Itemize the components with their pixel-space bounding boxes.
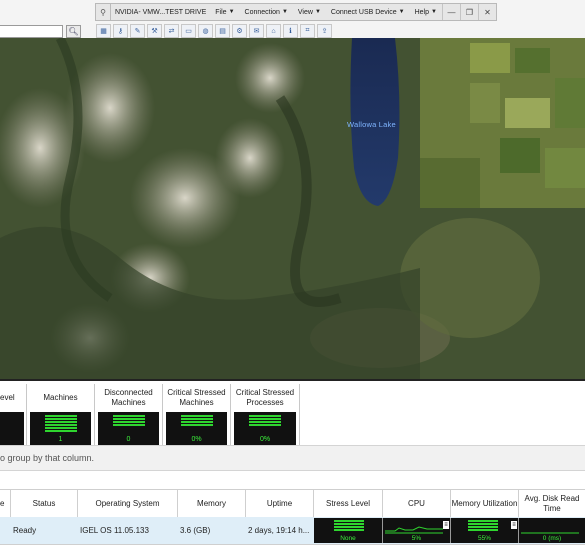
satellite-map[interactable]: Wallowa Lake — [0, 38, 585, 379]
menu-view[interactable]: View ▼ — [293, 9, 326, 16]
terrain-image — [0, 38, 585, 379]
disk-sparkline — [521, 532, 579, 534]
group-by-hint: o group by that column. — [0, 453, 95, 463]
chevron-down-icon: ▼ — [314, 9, 321, 15]
stat-value: 0 — [126, 436, 131, 443]
envelope-icon[interactable]: ✉ — [249, 24, 264, 38]
menu-icon[interactable]: ≡ — [511, 521, 517, 529]
column-header-memory-utilization[interactable]: Memory Utilization — [451, 490, 519, 518]
inbox-icon[interactable]: ⌂ — [266, 24, 281, 38]
lake-label: Wallowa Lake — [347, 120, 396, 129]
cell-memory: 3.6 (GB) — [180, 526, 211, 535]
cell-cpu-meter: ≡ 5% — [383, 518, 451, 543]
export-icon[interactable]: ⇪ — [317, 24, 332, 38]
stat-value: 0% — [191, 436, 202, 443]
chevron-down-icon: ▼ — [228, 9, 235, 15]
chevron-down-icon: ▼ — [281, 9, 288, 15]
stat-label: Disconnected Machines — [104, 388, 153, 407]
menu-icon[interactable]: ≡ — [443, 521, 449, 529]
wrench-icon[interactable]: ✎ — [130, 24, 145, 38]
table-header: e Status Operating System Memory Uptime … — [0, 489, 585, 519]
cell-status: Ready — [13, 526, 37, 535]
cell-os: IGEL OS 11.05.133 — [80, 526, 149, 535]
memory-utilization-value: 55% — [477, 535, 491, 542]
column-header-name[interactable]: e — [0, 490, 11, 518]
stat-meter: 0% — [166, 412, 227, 445]
stats-panel: evel Machines 1 Disconnected Machines 0 … — [0, 379, 585, 447]
globe-icon[interactable]: ◍ — [198, 24, 213, 38]
column-header-status[interactable]: Status — [11, 490, 78, 518]
stress-level-value: None — [340, 535, 356, 542]
column-header-stress-level[interactable]: Stress Level — [314, 490, 383, 518]
restore-icon[interactable]: ❐ — [460, 4, 478, 20]
menu-file[interactable]: File ▼ — [210, 9, 239, 16]
table-row[interactable]: Ready IGEL OS 11.05.133 3.6 (GB) 2 days,… — [0, 517, 585, 544]
menu-connect-usb[interactable]: Connect USB Device ▼ — [326, 9, 410, 16]
stat-label: Critical Stressed Machines — [167, 388, 226, 407]
cell-stress-level-meter: None — [314, 518, 383, 543]
column-header-uptime[interactable]: Uptime — [246, 490, 314, 518]
stat-meter: 0% — [234, 412, 296, 445]
column-header-disk-read-time[interactable]: Avg. Disk Read Time — [519, 490, 585, 518]
vm-connection-bar: ⚲ NVIDIA- VMW...TEST DRIVE File ▼ Connect… — [95, 3, 497, 21]
column-header-cpu[interactable]: CPU — [383, 490, 451, 518]
top-toolbar: ⚲ NVIDIA- VMW...TEST DRIVE File ▼ Connect… — [0, 0, 585, 39]
settings-icon[interactable]: ⚙ — [232, 24, 247, 38]
group-by-bar[interactable]: o group by that column. — [0, 445, 585, 471]
stat-critical-stressed-processes[interactable]: Critical Stressed Processes 0% — [231, 384, 300, 446]
connect-icon[interactable]: ⇄ — [164, 24, 179, 38]
cell-uptime: 2 days, 19:14 h... — [248, 526, 310, 535]
stat-meter: 1 — [30, 412, 91, 445]
key-icon[interactable]: ⚷ — [113, 24, 128, 38]
menu-connection[interactable]: Connection ▼ — [240, 9, 293, 16]
menu-help[interactable]: Help ▼ — [410, 9, 442, 16]
minimize-icon[interactable]: — — [442, 4, 460, 20]
vm-title: NVIDIA- VMW...TEST DRIVE — [115, 8, 207, 16]
toolbar-icons: ▦ ⚷ ✎ ⚒ ⇄ ▭ ◍ ▤ ⚙ ✉ ⌂ ℹ ⌗ ⇪ — [96, 24, 332, 38]
search-input[interactable] — [0, 25, 63, 38]
stat-disconnected-machines[interactable]: Disconnected Machines 0 — [95, 384, 163, 446]
cell-disk-read-time-meter: 0 (ms) — [519, 518, 585, 543]
chart-icon[interactable]: ▤ — [215, 24, 230, 38]
stat-stress-level[interactable]: evel — [0, 384, 27, 446]
stat-meter: 0 — [98, 412, 159, 445]
stat-value: 1 — [58, 436, 63, 443]
pin-icon[interactable]: ⚲ — [96, 4, 111, 20]
cell-memory-utilization-meter: ≡ 55% — [451, 518, 519, 543]
stat-label: Critical Stressed Processes — [235, 388, 295, 407]
computer-icon[interactable]: ▭ — [181, 24, 196, 38]
stat-label: evel — [0, 393, 15, 402]
search-icon[interactable]: 🔍︎ — [66, 25, 81, 38]
column-header-os[interactable]: Operating System — [78, 490, 178, 518]
stat-value: 0% — [259, 436, 271, 443]
cpu-sparkline — [385, 526, 443, 534]
stat-label: Machines — [43, 393, 78, 402]
close-icon[interactable]: ✕ — [478, 4, 496, 20]
info-icon[interactable]: ℹ — [283, 24, 298, 38]
stat-critical-stressed-machines[interactable]: Critical Stressed Machines 0% — [163, 384, 231, 446]
disk-read-time-value: 0 (ms) — [542, 535, 562, 542]
stat-machines[interactable]: Machines 1 — [27, 384, 95, 446]
chevron-down-icon: ▼ — [431, 9, 437, 15]
tag-icon[interactable]: ⌗ — [300, 24, 315, 38]
column-header-memory[interactable]: Memory — [178, 490, 246, 518]
tools-icon[interactable]: ⚒ — [147, 24, 162, 38]
chevron-down-icon: ▼ — [398, 9, 405, 15]
stat-meter — [0, 412, 24, 445]
grid-icon[interactable]: ▦ — [96, 24, 111, 38]
cpu-value: 5% — [411, 535, 422, 542]
